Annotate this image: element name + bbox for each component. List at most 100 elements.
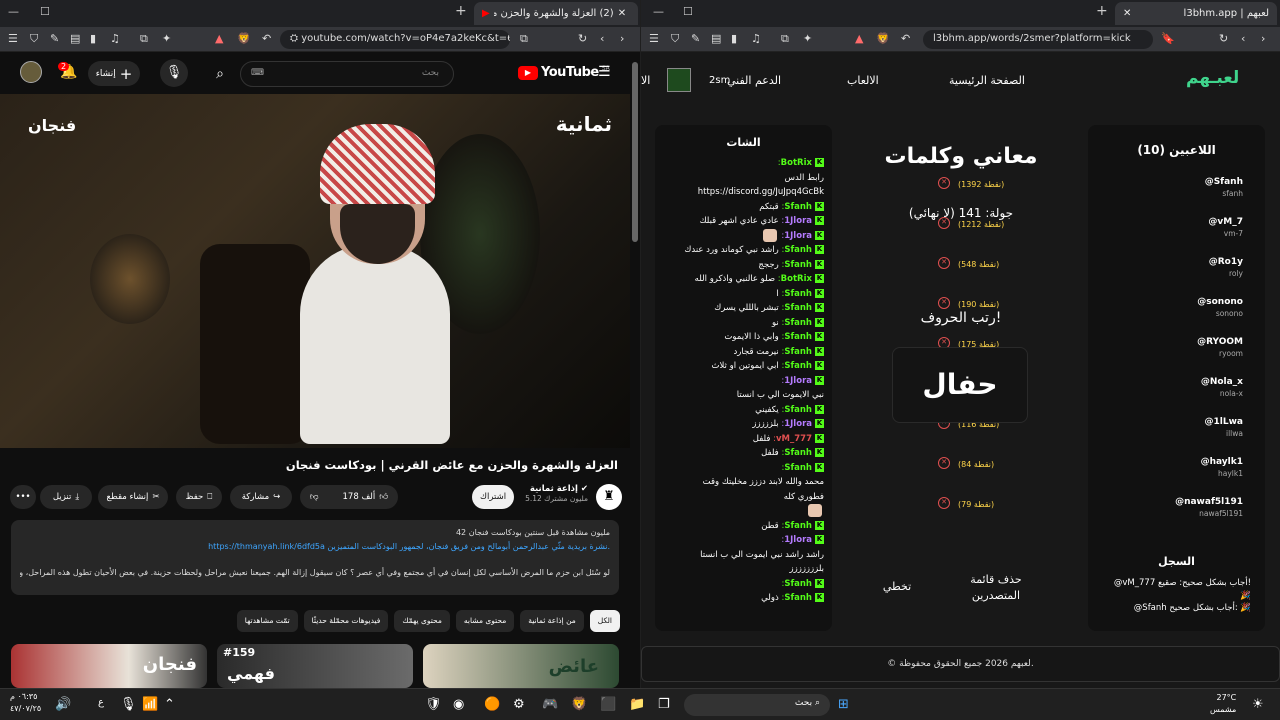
address-bar[interactable]: l3bhm.app/words/2smer?platform=kick — [923, 30, 1153, 49]
extensions-icon[interactable]: ✦ — [162, 32, 171, 45]
video-thumbnail[interactable]: #159 فهمي — [217, 644, 413, 688]
chat-username[interactable]: vM_777 — [776, 434, 812, 444]
dislike-icon[interactable]: 👎︎ — [310, 492, 319, 502]
chip-watched[interactable]: تمّت مشاهدتها — [236, 610, 298, 632]
folder-icon[interactable]: 📁 — [629, 697, 645, 712]
user-avatar[interactable] — [667, 68, 691, 92]
microphone-button[interactable]: 🎙 — [160, 59, 188, 87]
volume-icon[interactable]: 🔊 — [55, 697, 71, 712]
description-link[interactable]: https://thmanyah.link/6dfd5a نشرة بريدية… — [20, 540, 610, 554]
chat-username[interactable]: Sfanh — [784, 579, 812, 589]
clip-button[interactable]: إنشاء مقطع ✂ — [98, 485, 168, 509]
like-count[interactable]: 178 ألف — [343, 492, 376, 502]
forward-icon[interactable]: › — [1261, 32, 1265, 45]
chip-from-channel[interactable]: من إذاعة ثمانية — [520, 610, 584, 632]
taskbar-search[interactable]: بحث ⌕ — [684, 694, 830, 716]
chat-username[interactable]: Sfanh — [784, 332, 812, 342]
chat-username[interactable]: Sfanh — [784, 361, 812, 371]
more-actions-button[interactable]: ••• — [10, 485, 36, 509]
chat-username[interactable]: 1Jlora — [784, 231, 812, 241]
chat-username[interactable]: BotRix — [781, 274, 812, 284]
chat-username[interactable]: 1Jlora — [784, 535, 812, 545]
search-button[interactable]: ⌕ — [200, 61, 240, 87]
chat-username[interactable]: Sfanh — [784, 245, 812, 255]
remove-player-icon[interactable]: ✕ — [938, 497, 950, 509]
tab-l3bhm[interactable]: ✕ l3bhm.app | لعبهم — [1115, 2, 1277, 25]
create-button[interactable]: إنشاء + — [88, 61, 140, 86]
chip-related[interactable]: محتوى مشابه — [455, 610, 515, 632]
chip-all[interactable]: الكل — [589, 610, 620, 632]
rewards-icon[interactable]: ▲ — [215, 32, 223, 45]
rewards-icon[interactable]: ▲ — [855, 32, 863, 45]
address-bar[interactable]: ⛭ youtube.com/watch?v=oP4e7a2keKc&t=6... — [280, 30, 510, 49]
channel-avatar[interactable]: ♜ — [596, 484, 622, 510]
maximize-icon[interactable]: ☐ — [40, 5, 50, 18]
shield-icon[interactable]: ⛉ — [671, 32, 679, 46]
bookmark-icon[interactable]: 🔖 — [1161, 32, 1175, 45]
remove-player-icon[interactable]: ✕ — [938, 177, 950, 189]
chat-username[interactable]: Sfanh — [784, 289, 812, 299]
screenshot-icon[interactable]: ⧉ — [781, 32, 789, 46]
weather-widget[interactable]: 27°C مشمس — [1210, 692, 1236, 716]
forward-icon[interactable]: › — [620, 32, 624, 45]
discord-icon[interactable]: 🎮 — [542, 697, 558, 712]
share-button[interactable]: مشاركة ↪ — [230, 485, 292, 509]
keyboard-icon[interactable]: ⌨ — [251, 68, 264, 78]
search-input[interactable]: بحث ⌨ — [240, 61, 454, 87]
video-player[interactable]: ثمانية فنجان — [0, 94, 630, 448]
chat-username[interactable]: Sfanh — [784, 260, 812, 270]
download-button[interactable]: تنزيل ⤓ — [40, 485, 92, 509]
brave-icon[interactable]: 🦁 — [571, 697, 587, 712]
chat-username[interactable]: Sfanh — [784, 347, 812, 357]
chat-username[interactable]: Sfanh — [784, 202, 812, 212]
screenshot-icon[interactable]: ⧉ — [140, 32, 148, 46]
remove-player-icon[interactable]: ✕ — [938, 297, 950, 309]
music-icon[interactable]: ♫ — [110, 32, 120, 45]
video-description[interactable]: 42 مليون مشاهدة قبل سنتين بودكاست فنجان … — [11, 520, 619, 595]
chat-username[interactable]: Sfanh — [784, 593, 812, 603]
close-tab-icon[interactable]: ✕ — [618, 8, 626, 19]
chat-username[interactable]: 1Jlora — [784, 376, 812, 386]
network-icon[interactable]: 📶 — [142, 697, 158, 712]
chat-username[interactable]: BotRix — [781, 158, 812, 168]
reload-icon[interactable]: ↻ — [1219, 32, 1228, 45]
close-tab-icon[interactable]: ✕ — [1123, 8, 1131, 19]
app-icon[interactable]: ⬛ — [600, 697, 616, 712]
like-icon[interactable]: 👍︎ — [379, 492, 388, 502]
save-button[interactable]: حفظ ⎕ — [176, 485, 222, 509]
minimize-icon[interactable]: — — [8, 5, 19, 18]
chevron-up-icon[interactable]: ⌃ — [164, 697, 175, 712]
shield-icon[interactable]: ⛉ — [30, 32, 38, 46]
remove-player-icon[interactable]: ✕ — [938, 257, 950, 269]
reader-icon[interactable]: ▤ — [711, 32, 721, 45]
sidebar-icon[interactable]: ▮ — [731, 32, 737, 45]
chat-username[interactable]: Sfanh — [784, 318, 812, 328]
undo-icon[interactable]: ↶ — [901, 32, 910, 45]
subscribe-button[interactable]: اشتراك — [472, 485, 514, 509]
chat-username[interactable]: Sfanh — [784, 303, 812, 313]
brave-shield-icon[interactable]: 🦁 — [237, 32, 251, 45]
new-tab-button[interactable]: + — [455, 3, 467, 19]
pin-icon[interactable]: ✎ — [691, 32, 700, 45]
back-icon[interactable]: ‹ — [1241, 32, 1245, 45]
youtube-logo[interactable]: ▶ YouTube SA — [518, 65, 610, 80]
nav-games[interactable]: الالعاب — [847, 74, 879, 87]
app-icon[interactable]: ⚙ — [513, 697, 525, 712]
nav-more[interactable]: الا — [641, 74, 650, 87]
user-name[interactable]: 2sm — [709, 75, 730, 86]
scrollbar[interactable] — [632, 62, 638, 242]
chat-username[interactable]: Sfanh — [784, 521, 812, 531]
maximize-icon[interactable]: ☐ — [683, 5, 693, 18]
chrome-icon[interactable]: ◉ — [453, 697, 464, 712]
menu-icon[interactable]: ☰ — [598, 64, 611, 80]
app-icon[interactable]: 🛡 — [425, 697, 442, 712]
avatar[interactable] — [20, 61, 42, 83]
remove-player-icon[interactable]: ✕ — [938, 457, 950, 469]
share-icon[interactable]: ⧉ — [520, 32, 528, 46]
chip-for-you[interactable]: محتوى يهمّك — [394, 610, 450, 632]
nav-support[interactable]: الدعم الفني — [727, 74, 781, 87]
chat-username[interactable]: Sfanh — [784, 405, 812, 415]
music-icon[interactable]: ♫ — [751, 32, 761, 45]
video-thumbnail[interactable]: عائض — [423, 644, 619, 688]
language-indicator[interactable]: ع — [98, 697, 104, 708]
